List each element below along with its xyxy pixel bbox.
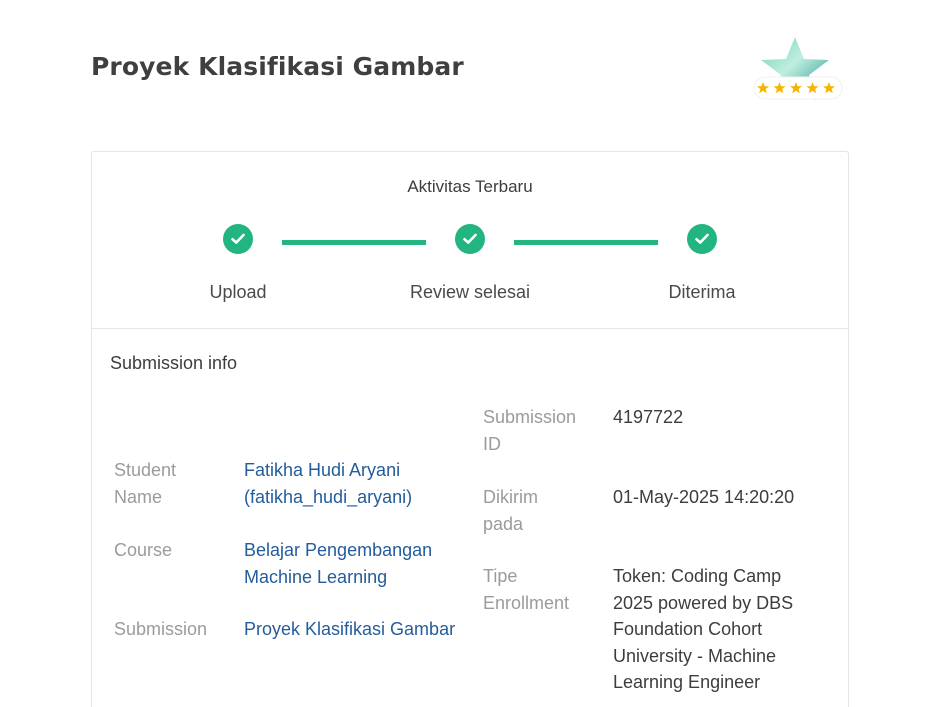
step-label-accepted: Diterima (668, 282, 736, 302)
check-icon (455, 224, 485, 254)
sent-at-value: 01-May-2025 14:20:20 (613, 487, 795, 507)
activity-title: Aktivitas Terbaru (407, 177, 533, 196)
page: Proyek Klasifikasi Gambar Aktivitas Terb… (0, 0, 929, 707)
submission-card: Aktivitas Terbaru Upload Review selesai … (91, 151, 849, 707)
check-icon (687, 224, 717, 254)
submission-info-title: Submission info (110, 353, 238, 373)
submission-id-label: Submission ID (483, 407, 577, 454)
step-label-review: Review selesai (409, 282, 531, 302)
student-name-link[interactable]: Fatikha Hudi Aryani (fatikha_hudi_aryani… (244, 457, 412, 510)
activity-section: Aktivitas Terbaru Upload Review selesai … (92, 152, 848, 329)
course-link[interactable]: Belajar Pengembangan Machine Learning (244, 537, 432, 590)
sent-at-label: Dikirim pada (483, 487, 538, 534)
submission-label: Submission (114, 619, 208, 639)
enrollment-type-label: Tipe Enrollment (483, 566, 570, 613)
course-label: Course (114, 540, 173, 560)
progress-line (282, 240, 426, 245)
page-title: Proyek Klasifikasi Gambar (91, 52, 464, 81)
star-rating-badge-icon (748, 32, 848, 112)
enrollment-type-value: Token: Coding Camp 2025 powered by DBS F… (613, 566, 794, 692)
submission-id-value: 4197722 (613, 407, 684, 427)
student-name-label: Student Name (114, 460, 177, 507)
submission-link[interactable]: Proyek Klasifikasi Gambar (244, 616, 455, 643)
progress-line (514, 240, 658, 245)
step-label-upload: Upload (209, 282, 267, 302)
check-icon (223, 224, 253, 254)
